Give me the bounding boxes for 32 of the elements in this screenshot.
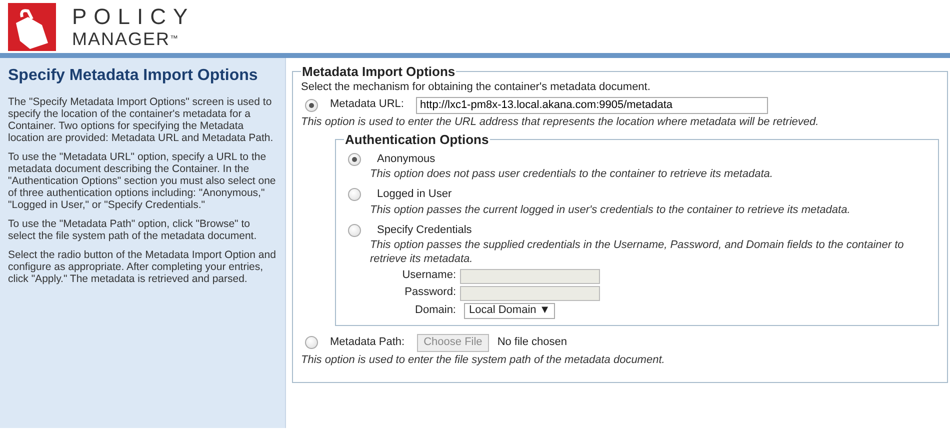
panel-legend: Authentication Options — [344, 132, 490, 146]
panel-legend: Metadata Import Options — [301, 64, 456, 79]
option-description: This option passes the current logged in user's credentials to the container to retrieve its metadata. — [370, 204, 852, 218]
option-label: Specify Credentials — [377, 224, 472, 238]
option-label: Anonymous — [377, 152, 436, 166]
help-paragraph: To use the "Metadata Path" option, click "Browse" to select the file system path of the metadata document. — [8, 218, 258, 242]
field-label: Metadata Path: — [330, 336, 405, 350]
radio-button[interactable] — [305, 336, 318, 350]
radio-button[interactable] — [348, 188, 361, 202]
help-text: This option is used to enter the file system path of the metadata document. — [301, 354, 666, 368]
logo-text: POLICY — [72, 4, 195, 28]
option-description: This option passes the supplied credentials in the Username, Password, and Domain fields to the container to retrieve its metadata. — [370, 239, 905, 267]
field-label: Domain: — [414, 304, 456, 318]
option-description: This option does not pass user credentials to the container to retrieve its metadata. — [370, 168, 774, 182]
field-label: Metadata URL: — [330, 98, 404, 112]
help-paragraph: Select the radio button of the Metadata Import Option and configure as appropriate. After completing your entries, click "Apply." The metadata is retrieved and parsed. — [8, 249, 277, 286]
logo-icon — [8, 2, 56, 50]
field-label: Password: — [404, 286, 456, 300]
help-paragraph: To use the "Metadata URL" option, specify a URL to the metadata document describing the Container. In the "Authentication Options" section you must also select one of three authentication options including: "Anonymous," "Logged in User," or "Specify Credentials." — [8, 151, 277, 212]
radio-button[interactable] — [348, 152, 361, 166]
file-status: No file chosen — [497, 336, 568, 350]
radio-button[interactable] — [305, 98, 318, 112]
option-label: Logged in User — [377, 188, 452, 202]
radio-button[interactable] — [348, 224, 361, 237]
help-paragraph: The "Specify Metadata Import Options" screen is used to specify the location of the container's metadata for a Container. Two options for specifying the Metadata location are provided: Metadata URL and Metadata Path. — [8, 96, 274, 144]
domain-dropdown[interactable]: Local Domain ▼ — [464, 302, 556, 319]
field-label: Username: — [401, 269, 456, 284]
url-field[interactable]: http://lxc1-pm8x-13.local.akana.com:9905/metadata — [416, 96, 768, 114]
help-text: This option is used to enter the URL address that represents the location where metadata will be retrieved. — [301, 116, 820, 130]
logo-text: MANAGER™ — [72, 28, 180, 48]
instruction-text: Select the mechanism for obtaining the container's metadata document. — [301, 81, 652, 95]
sidebar-title: Specify Metadata Import Options — [8, 66, 259, 86]
